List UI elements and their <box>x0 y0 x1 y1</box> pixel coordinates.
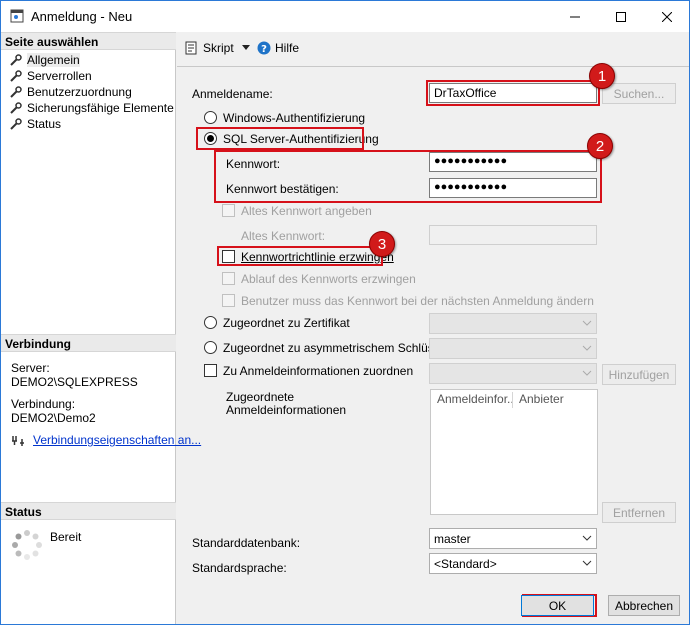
credential-map-checkbox[interactable] <box>204 364 217 377</box>
wrench-icon <box>10 118 22 130</box>
asym-key-label: Zugeordnet zu asymmetrischem Schlüssel <box>223 341 450 355</box>
remove-button[interactable]: Entfernen <box>602 502 676 523</box>
general-page: Anmeldename: DrTaxOffice Suchen... Windo… <box>177 63 689 586</box>
dialog-buttons: OK Abbrechen <box>177 586 689 624</box>
wrench-icon <box>10 54 22 66</box>
wrench-icon <box>10 102 22 114</box>
maximize-icon <box>616 11 626 22</box>
connection-label: Verbindung: <box>11 397 76 411</box>
sidebar-item-server-roles[interactable]: Serverrollen <box>9 68 92 84</box>
progress-spinner-icon <box>12 530 42 560</box>
must-change-checkbox[interactable] <box>222 294 235 307</box>
server-value: DEMO2\SQLEXPRESS <box>11 375 138 389</box>
column-header-provider[interactable]: Anbieter <box>515 392 595 408</box>
close-icon <box>662 11 672 22</box>
chevron-down-icon <box>241 45 250 50</box>
script-label: Skript <box>203 41 234 55</box>
old-password-check-label: Altes Kennwort angeben <box>241 204 372 218</box>
wrench-icon <box>10 70 22 82</box>
certificate-combo[interactable] <box>429 313 597 334</box>
title-bar: Anmeldung - Neu <box>1 1 689 32</box>
connection-properties-text[interactable]: Verbindungseigenschaften an... <box>33 433 201 447</box>
sidebar-item-general[interactable]: Allgemein <box>9 52 80 68</box>
sidebar-item-label: Benutzerzuordnung <box>27 85 132 99</box>
toolbar: Skript ? Hilfe <box>177 32 689 66</box>
certificate-label: Zugeordnet zu Zertifikat <box>223 316 350 330</box>
app-icon <box>10 9 24 23</box>
connection-icon <box>12 436 24 446</box>
highlight-sql-auth <box>196 127 364 150</box>
add-button[interactable]: Hinzufügen <box>602 364 676 385</box>
sidebar-item-label: Sicherungsfähige Elemente <box>27 101 174 115</box>
column-header-credential[interactable]: Anmeldeinfor... <box>433 392 513 408</box>
default-db-combo[interactable]: master <box>429 528 597 549</box>
wrench-icon <box>10 86 22 98</box>
connection-properties-link[interactable]: Verbindungseigenschaften an... <box>11 433 201 447</box>
enforce-expiration-checkbox[interactable] <box>222 272 235 285</box>
sidebar-item-user-mapping[interactable]: Benutzerzuordnung <box>9 84 132 100</box>
cancel-button[interactable]: Abbrechen <box>608 595 680 616</box>
chevron-down-icon <box>582 320 592 326</box>
window-title: Anmeldung - Neu <box>31 9 133 24</box>
minimize-button[interactable] <box>552 1 598 32</box>
annotation-badge-3: 3 <box>369 231 395 257</box>
must-change-label: Benutzer muss das Kennwort bei der nächs… <box>241 294 594 308</box>
highlight-login-name <box>426 80 600 106</box>
annotation-badge-2: 2 <box>587 133 613 159</box>
chevron-down-icon <box>582 535 592 541</box>
default-db-value: master <box>434 532 471 546</box>
help-icon: ? <box>257 41 271 55</box>
old-password-input[interactable] <box>429 225 597 245</box>
sidebar-item-securables[interactable]: Sicherungsfähige Elemente <box>9 100 174 116</box>
default-lang-label: Standardsprache: <box>192 561 287 575</box>
sidebar-item-label: Status <box>27 117 62 131</box>
sidebar-item-label: Allgemein <box>27 53 80 67</box>
old-password-label: Altes Kennwort: <box>241 229 326 243</box>
windows-auth-radio[interactable] <box>204 111 217 124</box>
login-new-dialog: Anmeldung - Neu Seite auswählen Allgemei… <box>0 0 690 625</box>
chevron-down-icon <box>582 345 592 351</box>
certificate-radio[interactable] <box>204 316 217 329</box>
enforce-expiration-label: Ablauf des Kennworts erzwingen <box>241 272 416 286</box>
search-button[interactable]: Suchen... <box>602 83 676 104</box>
sidebar-item-status[interactable]: Status <box>9 116 61 132</box>
mapped-credentials-list[interactable]: Anmeldeinfor... Anbieter <box>430 389 598 515</box>
sidebar-item-label: Serverrollen <box>27 69 92 83</box>
script-button[interactable]: Skript <box>185 41 250 55</box>
server-label: Server: <box>11 361 50 375</box>
status-text: Bereit <box>50 530 82 544</box>
chevron-down-icon <box>582 560 592 566</box>
connection-value: DEMO2\Demo2 <box>11 411 96 425</box>
chevron-down-icon <box>582 370 592 376</box>
default-db-label: Standarddatenbank: <box>192 536 301 550</box>
ok-button[interactable]: OK <box>521 595 594 616</box>
default-lang-combo[interactable]: <Standard> <box>429 553 597 574</box>
connection-header: Verbindung <box>1 334 176 352</box>
minimize-icon <box>570 16 580 17</box>
windows-auth-label: Windows-Authentifizierung <box>223 111 366 125</box>
select-page-header: Seite auswählen <box>1 32 176 50</box>
credential-combo[interactable] <box>429 363 597 384</box>
default-lang-value: <Standard> <box>434 557 497 571</box>
status-header: Status <box>1 502 176 520</box>
highlight-password-fields <box>214 150 602 203</box>
login-name-label: Anmeldename: <box>192 87 273 101</box>
svg-text:?: ? <box>261 44 267 55</box>
annotation-badge-1: 1 <box>589 63 615 89</box>
mapped-credentials-label: Zugeordnete Anmeldeinformationen <box>226 390 347 417</box>
old-password-checkbox[interactable] <box>222 204 235 217</box>
asym-key-radio[interactable] <box>204 341 217 354</box>
script-icon <box>185 41 197 55</box>
asym-key-combo[interactable] <box>429 338 597 359</box>
help-label: Hilfe <box>275 41 300 55</box>
maximize-button[interactable] <box>598 1 644 32</box>
close-button[interactable] <box>644 1 690 32</box>
highlight-enforce-policy <box>217 246 383 266</box>
left-panel: Seite auswählen Allgemein Serverrollen B… <box>1 32 201 624</box>
help-button[interactable]: ? Hilfe <box>257 41 299 55</box>
credential-map-label: Zu Anmeldeinformationen zuordnen <box>223 364 414 378</box>
